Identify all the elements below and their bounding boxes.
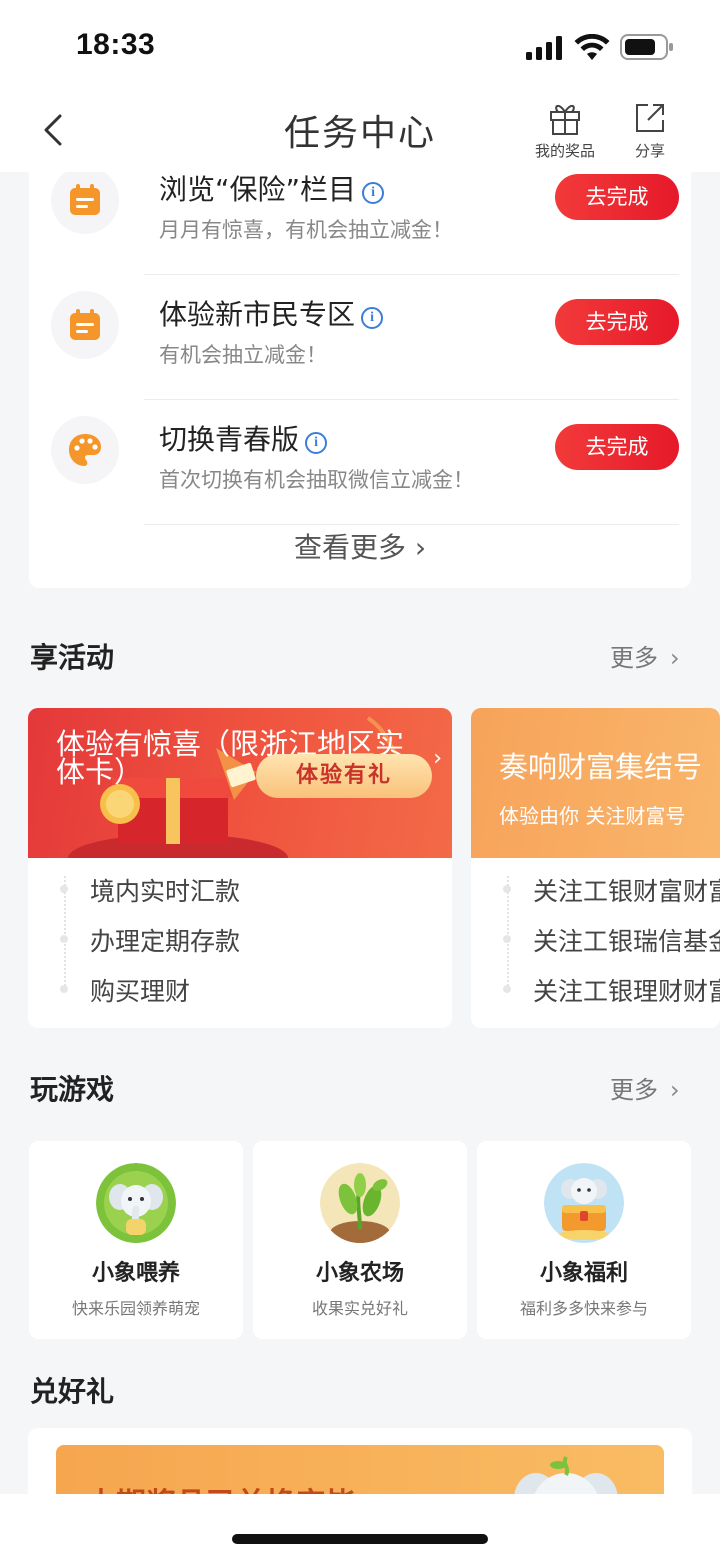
status-time: 18:33 <box>76 28 156 61</box>
elephant-treasure-icon <box>544 1163 624 1243</box>
chevron-right-icon: › <box>670 644 680 672</box>
go-complete-button[interactable]: 去完成 <box>555 174 679 220</box>
chevron-right-icon: › <box>405 531 427 564</box>
task-title: 体验新市民专区 i <box>159 293 384 333</box>
home-indicator-bar <box>0 1494 720 1558</box>
go-complete-button[interactable]: 去完成 <box>555 299 679 345</box>
task-item: 切换青春版 i 首次切换有机会抽取微信立减金！ 去完成 <box>29 400 691 525</box>
page-title: 任务中心 <box>283 113 436 154</box>
home-indicator[interactable] <box>232 1534 488 1544</box>
info-icon[interactable]: i <box>361 307 384 329</box>
activity-banner-subtitle: 体验由你 关注财富号 <box>499 804 686 828</box>
wifi-icon <box>574 34 610 60</box>
header: 18:33 任务中心 我的奖品 分享 <box>0 0 720 172</box>
divider <box>144 524 679 525</box>
game-name: 小象农场 <box>315 1261 404 1286</box>
share-button[interactable]: 分享 <box>620 100 680 161</box>
activities-more-link[interactable]: 更多 › <box>610 638 680 673</box>
game-name: 小象福利 <box>539 1261 628 1286</box>
bean-sprout-icon <box>320 1163 400 1243</box>
elephant-icon <box>96 1163 176 1243</box>
gift-icon <box>550 105 580 135</box>
task-desc: 有机会抽立减金！ <box>159 343 327 367</box>
task-title: 浏览“保险”栏目 i <box>159 168 385 208</box>
activity-banner[interactable]: 体验有惊喜（限浙江地区实体卡） › 体验有礼 <box>28 708 452 858</box>
palette-icon <box>51 416 119 484</box>
section-title-games: 玩游戏 <box>30 1073 115 1106</box>
game-desc: 收果实兑好礼 <box>311 1299 408 1318</box>
task-item: 体验新市民专区 i 有机会抽立减金！ 去完成 <box>29 275 691 400</box>
my-prizes-button[interactable]: 我的奖品 <box>528 100 602 161</box>
task-desc: 首次切换有机会抽取微信立减金！ <box>159 468 474 492</box>
view-more-link[interactable]: 查看更多 › <box>29 526 691 566</box>
share-label: 分享 <box>634 142 665 160</box>
info-icon[interactable]: i <box>362 182 385 204</box>
game-desc: 快来乐园领养萌宠 <box>71 1299 200 1318</box>
chevron-right-icon: › <box>670 1076 680 1104</box>
task-title: 切换青春版 i <box>159 418 328 458</box>
go-complete-button[interactable]: 去完成 <box>555 424 679 470</box>
game-desc: 福利多多快来参与 <box>519 1299 648 1318</box>
status-bar: 18:33 <box>0 0 720 90</box>
chevron-right-icon: › <box>433 746 442 771</box>
activity-banner-title: 奏响财富集结号 <box>499 750 703 784</box>
game-card[interactable]: 小象农场 收果实兑好礼 <box>253 1141 467 1339</box>
calendar-icon <box>51 166 119 234</box>
nav-bar: 任务中心 我的奖品 分享 <box>0 90 720 172</box>
section-title-redeem: 兑好礼 <box>30 1375 115 1408</box>
calendar-icon <box>51 291 119 359</box>
games-more-link[interactable]: 更多 › <box>610 1070 680 1105</box>
game-card[interactable]: 小象福利 福利多多快来参与 <box>477 1141 691 1339</box>
game-name: 小象喂养 <box>91 1261 180 1286</box>
share-icon <box>636 104 664 132</box>
cellular-signal-icon <box>526 36 562 60</box>
activity-card[interactable]: 体验有惊喜（限浙江地区实体卡） › 体验有礼 境内实时汇款 办理定期存款 购买理… <box>28 708 452 1028</box>
section-title-activities: 享活动 <box>30 641 115 674</box>
task-desc: 月月有惊喜，有机会抽立减金！ <box>159 218 453 242</box>
activity-card[interactable]: 奏响财富集结号 体验由你 关注财富号 关注工银财富财富号 关注工银瑞信基金 关注… <box>471 708 720 1028</box>
experience-gift-badge: 体验有礼 <box>256 754 432 798</box>
activity-banner[interactable]: 奏响财富集结号 体验由你 关注财富号 <box>471 708 720 858</box>
my-prizes-label: 我的奖品 <box>534 142 595 160</box>
game-card[interactable]: 小象喂养 快来乐园领养萌宠 <box>29 1141 243 1339</box>
battery-icon <box>620 34 673 60</box>
info-icon[interactable]: i <box>305 432 328 454</box>
task-list-card: 浏览“保险”栏目 i 月月有惊喜，有机会抽立减金！ 去完成 体验新市民专区 i 有机… <box>29 110 691 588</box>
